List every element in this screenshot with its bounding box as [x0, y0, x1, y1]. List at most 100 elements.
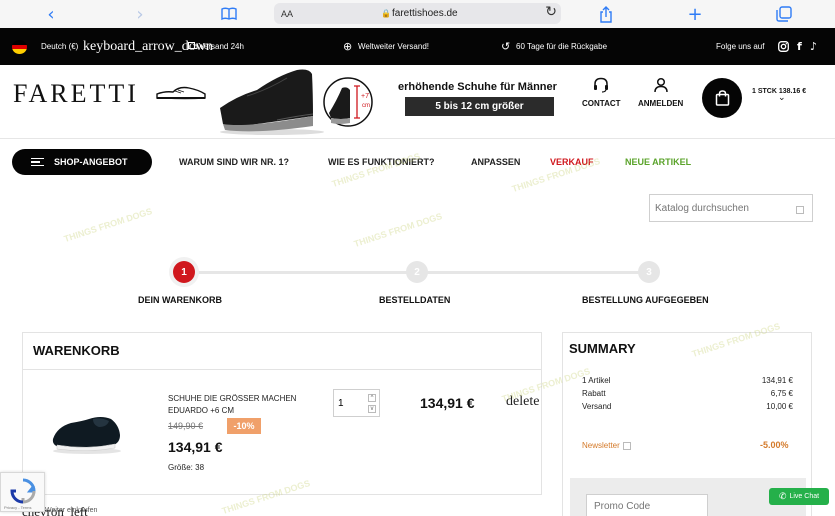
globe-icon: ⊕: [343, 40, 353, 53]
return-icon: ↺: [501, 40, 511, 53]
newsletter-label: Newsletter: [582, 441, 620, 450]
truck-icon: [188, 28, 198, 65]
catalog-search-input[interactable]: [655, 199, 795, 217]
live-chat-button[interactable]: ✆ Live Chat: [769, 488, 829, 505]
product-image[interactable]: [49, 405, 124, 455]
cart-panel: WARENKORB SCHUHE DIE GRÖSSER MACHEN EDUA…: [22, 332, 542, 495]
returns-text: 60 Tage für die Rückgabe: [516, 42, 608, 51]
login-label: ANMELDEN: [638, 99, 684, 108]
summary-title: SUMMARY: [569, 341, 636, 356]
follow-us-text: Folge uns auf: [716, 42, 765, 51]
tabs-icon[interactable]: [773, 3, 795, 25]
cart-divider: [23, 369, 541, 370]
login-button[interactable]: ANMELDEN: [638, 77, 683, 108]
discount-badge: -10%: [227, 418, 261, 434]
shipping-24h-text: Versand 24h: [199, 42, 244, 51]
germany-flag-icon[interactable]: [12, 40, 27, 54]
instagram-icon[interactable]: [778, 28, 789, 65]
summary-row-value: 6,75 €: [770, 389, 793, 398]
quantity-decrease-button[interactable]: v: [368, 405, 376, 413]
continue-shopping-link[interactable]: Weiter einkaufen: [45, 507, 97, 514]
watermark: THINGS FROM DOGS: [352, 211, 444, 249]
newsletter-checkbox[interactable]: [622, 441, 631, 450]
live-chat-label: Live Chat: [789, 493, 820, 500]
summary-row-shipping: Versand 10,00 €: [582, 402, 793, 411]
summary-row-label: 1 Artikel: [582, 376, 611, 385]
product-old-price: 149,90 €: [168, 421, 204, 431]
tiktok-icon[interactable]: ♪: [810, 28, 817, 65]
summary-row-value: 10,00 €: [766, 402, 793, 411]
contact-button[interactable]: CONTACT: [582, 77, 621, 108]
summary-row-label: Versand: [582, 402, 612, 411]
step-1-indicator: 1: [173, 261, 195, 283]
share-icon[interactable]: [595, 3, 617, 25]
logo-shoe-icon: [156, 86, 206, 100]
address-bar[interactable]: AA 🔒 farettishoes.de ↻: [274, 3, 561, 24]
browser-toolbar: ‹ › AA 🔒 farettishoes.de ↻ +: [0, 0, 835, 28]
chevron-left-icon[interactable]: ‹: [40, 3, 62, 25]
banner-shoe-image: +7 cm: [220, 69, 373, 135]
cart-button[interactable]: [702, 78, 742, 118]
shop-menu-button[interactable]: SHOP-ANGEBOT: [12, 149, 152, 175]
step-3-label: BESTELLUNG AUFGEGEBEN: [582, 295, 709, 305]
top-info-bar: Deutch (€) keyboard_arrow_down Versand 2…: [0, 28, 835, 65]
recaptcha-badge[interactable]: Privacy - Terms: [0, 472, 45, 512]
cart-title: WARENKORB: [33, 343, 120, 358]
banner-subtitle: 5 bis 12 cm größer: [405, 97, 554, 116]
headset-icon: [593, 77, 609, 99]
nav-sale[interactable]: VERKAUF: [550, 157, 594, 167]
height-gain-label: +7: [361, 93, 369, 100]
book-icon[interactable]: [218, 3, 240, 25]
delete-item-button[interactable]: delete: [506, 394, 539, 410]
shopping-bag-icon: [715, 90, 729, 106]
product-name[interactable]: SCHUHE DIE GRÖSSER MACHEN EDUARDO +6 CM: [168, 393, 308, 417]
catalog-search: [649, 194, 813, 222]
newsletter-option[interactable]: Newsletter: [582, 441, 631, 450]
banner-title: erhöhende Schuhe für Männer: [398, 81, 557, 93]
language-selector[interactable]: Deutch (€): [41, 28, 78, 65]
plus-icon[interactable]: +: [684, 3, 706, 25]
height-gain-unit: cm: [362, 103, 370, 109]
header-divider: [0, 138, 835, 139]
newsletter-discount: -5.00%: [760, 440, 789, 450]
menu-icon: [31, 157, 44, 167]
user-icon: [653, 77, 668, 99]
nav-how-it-works[interactable]: WIE ES FUNKTIONIERT?: [328, 157, 435, 167]
recaptcha-icon: [10, 478, 36, 504]
step-3-indicator: 3: [638, 261, 660, 283]
summary-row-value: 134,91 €: [761, 376, 793, 385]
text-size-button[interactable]: AA: [281, 9, 293, 19]
size-value: 38: [195, 463, 205, 472]
nav-customize[interactable]: ANPASSEN: [471, 157, 520, 167]
line-total: 134,91 €: [420, 395, 475, 411]
step-2-label: BESTELLDATEN: [379, 295, 451, 305]
watermark: THINGS FROM DOGS: [62, 206, 154, 244]
shop-menu-label: SHOP-ANGEBOT: [54, 157, 128, 167]
reload-icon[interactable]: ↻: [545, 4, 557, 20]
step-2-indicator: 2: [406, 261, 428, 283]
whatsapp-icon: ✆: [778, 491, 787, 502]
faretti-logo[interactable]: FARETTI: [13, 79, 139, 109]
step-1-label: DEIN WARENKORB: [138, 295, 223, 305]
recaptcha-links[interactable]: Privacy - Terms: [4, 505, 31, 510]
product-price: 134,91 €: [168, 439, 223, 455]
lock-icon: 🔒: [381, 9, 391, 18]
quantity-stepper: ^ v: [333, 389, 380, 417]
search-icon[interactable]: [796, 206, 804, 214]
contact-label: CONTACT: [582, 99, 621, 108]
promo-code-input[interactable]: [586, 494, 708, 516]
product-size: Größe: 38: [168, 463, 204, 472]
worldwide-shipping-text: Weltweiter Versand!: [358, 42, 429, 51]
summary-row-discount: Rabatt 6,75 €: [582, 389, 793, 398]
size-label: Größe:: [168, 463, 193, 472]
nav-why-number-one[interactable]: WARUM SIND WIR NR. 1?: [179, 157, 289, 167]
facebook-icon[interactable]: f: [797, 28, 802, 65]
chevron-right-icon[interactable]: ›: [129, 3, 151, 25]
nav-new-items[interactable]: NEUE ARTIKEL: [625, 157, 691, 167]
summary-row-label: Rabatt: [582, 389, 606, 398]
url-host: farettishoes.de: [392, 8, 458, 19]
quantity-increase-button[interactable]: ^: [368, 394, 376, 402]
summary-row-items: 1 Artikel 134,91 €: [582, 376, 793, 385]
quantity-input[interactable]: [338, 395, 364, 411]
chevron-down-icon[interactable]: ⌄: [778, 93, 786, 103]
